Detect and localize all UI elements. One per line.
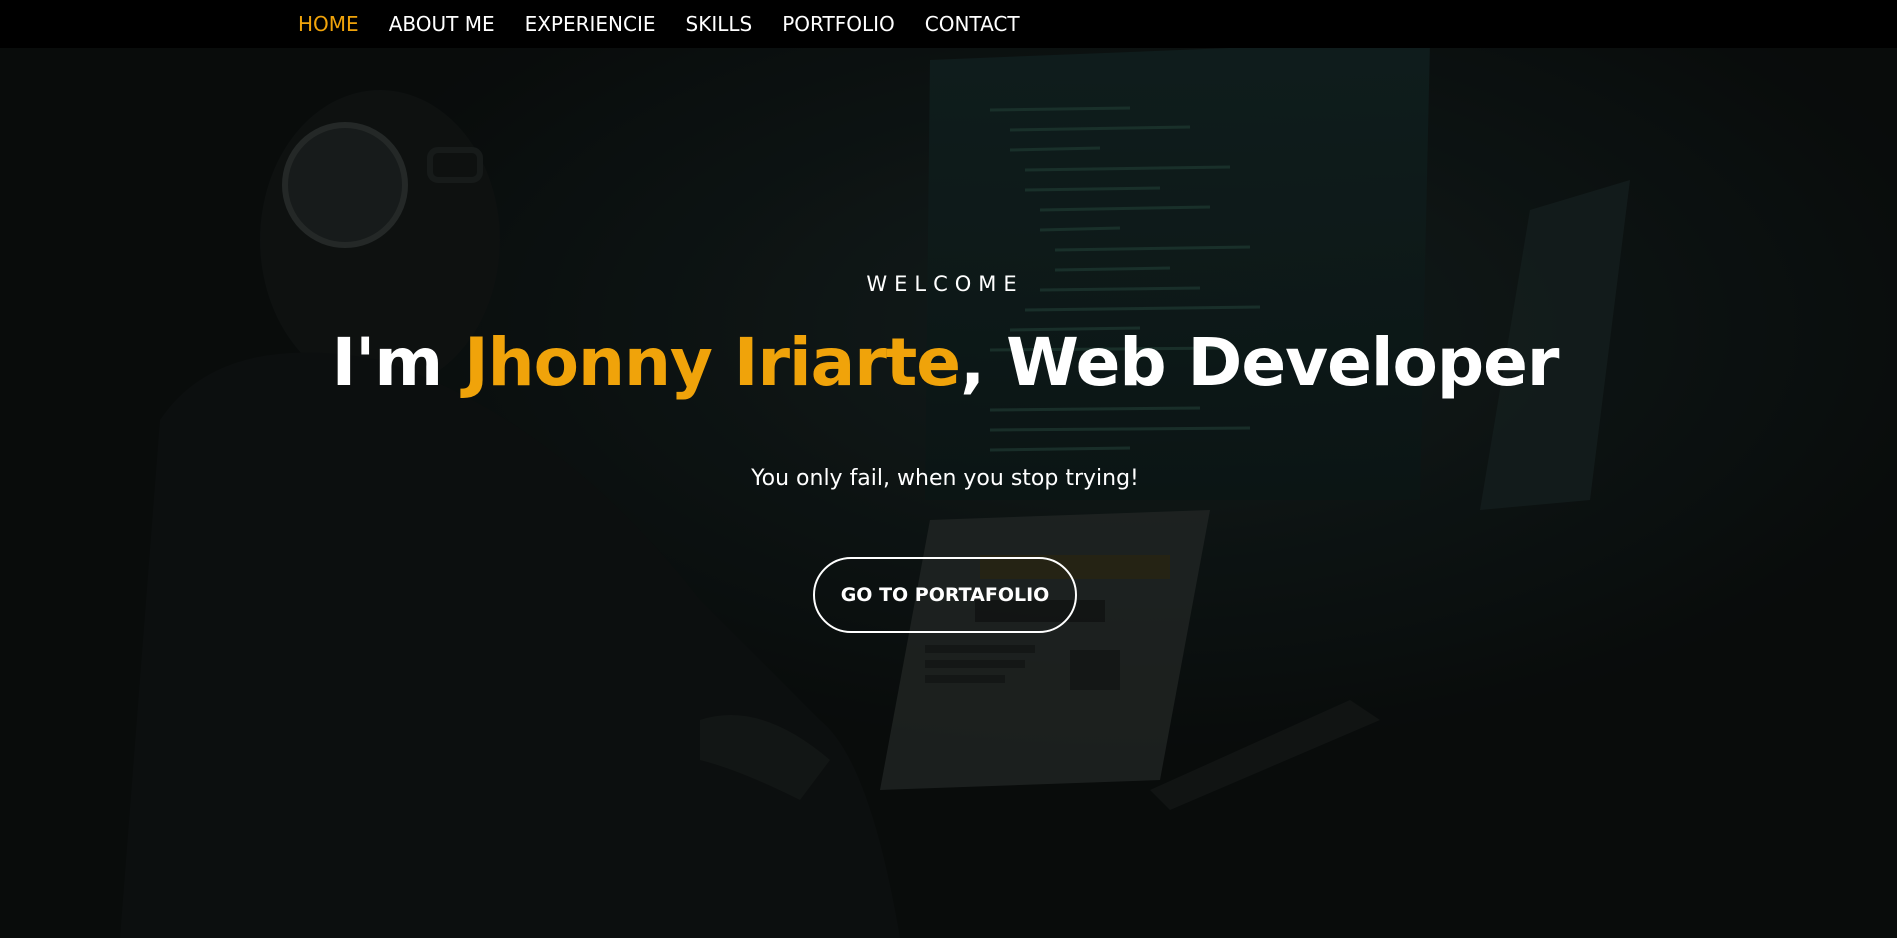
nav-item-home[interactable]: HOME — [298, 12, 359, 36]
hero-headline: I'm Jhonny Iriarte, Web Developer — [0, 324, 1890, 401]
headline-name: Jhonny Iriarte — [464, 324, 961, 401]
nav-item-experience[interactable]: EXPERIENCIE — [525, 12, 656, 36]
hero-section: WELCOME I'm Jhonny Iriarte, Web Develope… — [0, 48, 1897, 938]
hero-tagline: You only fail, when you stop trying! — [751, 466, 1139, 491]
nav-item-contact[interactable]: CONTACT — [925, 12, 1020, 36]
nav-item-portfolio[interactable]: PORTFOLIO — [782, 12, 895, 36]
top-navbar: HOME ABOUT ME EXPERIENCIE SKILLS PORTFOL… — [0, 0, 1897, 48]
nav-item-skills[interactable]: SKILLS — [686, 12, 753, 36]
headline-prefix: I'm — [331, 324, 465, 401]
hero-eyebrow: WELCOME — [866, 272, 1024, 296]
headline-suffix: , Web Developer — [960, 324, 1559, 401]
go-to-portfolio-button[interactable]: GO TO PORTAFOLIO — [813, 557, 1077, 633]
nav-item-about-me[interactable]: ABOUT ME — [389, 12, 495, 36]
hero-page: HOME ABOUT ME EXPERIENCIE SKILLS PORTFOL… — [0, 0, 1897, 938]
nav-menu: HOME ABOUT ME EXPERIENCIE SKILLS PORTFOL… — [298, 0, 1050, 48]
